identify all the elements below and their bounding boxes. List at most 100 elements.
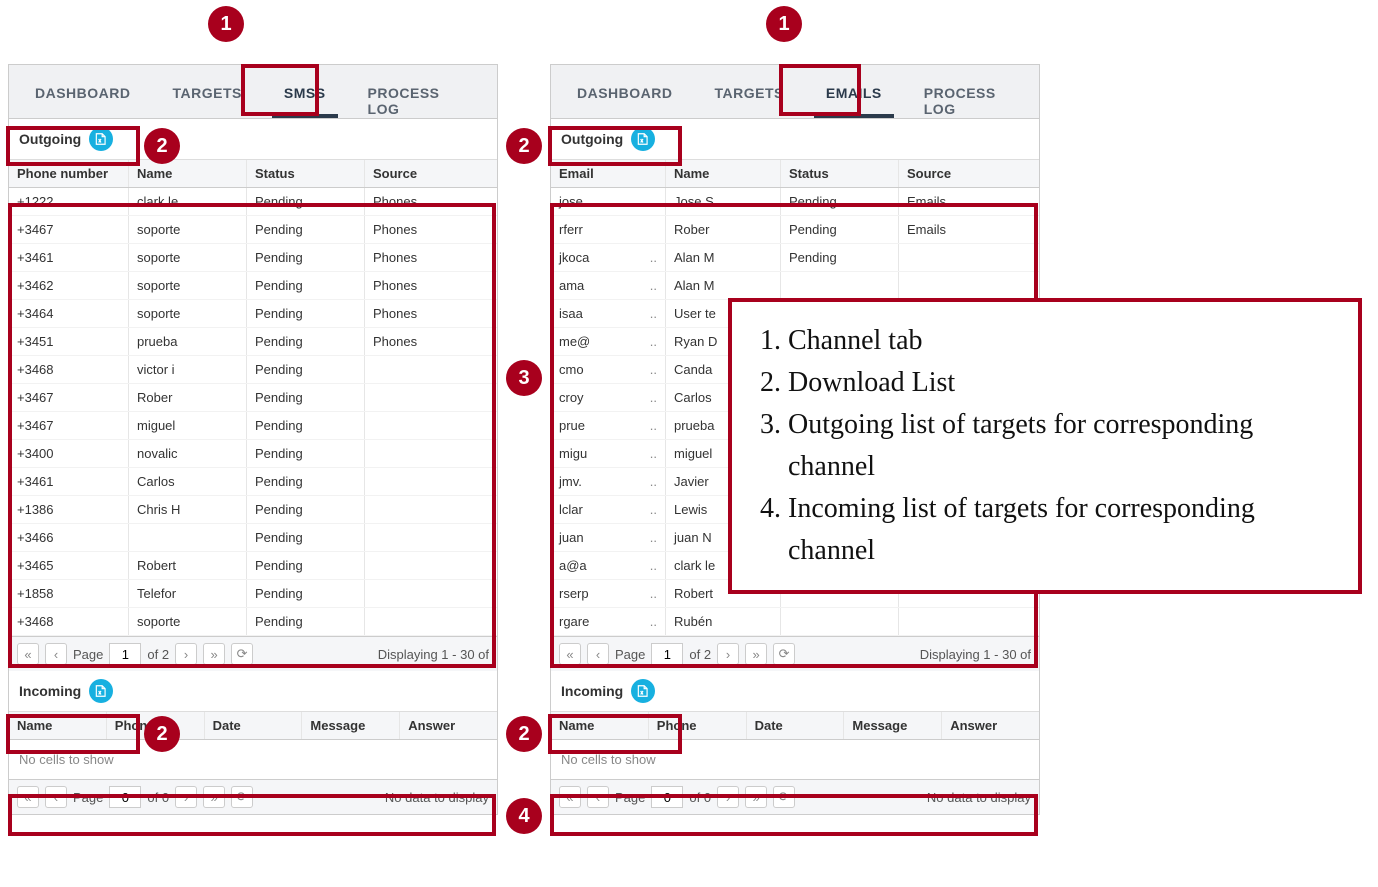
prev-page-icon[interactable]: ‹ [587, 786, 609, 808]
col-name[interactable]: Name [9, 712, 107, 739]
cell-status: Pending [781, 244, 899, 271]
tab-targets[interactable]: TARGETS [703, 77, 796, 118]
tab-dashboard[interactable]: DASHBOARD [23, 77, 143, 118]
col-answer[interactable]: Answer [400, 712, 497, 739]
table-row[interactable]: +3468soportePending [9, 608, 497, 636]
refresh-icon[interactable]: ⟳ [231, 643, 253, 665]
cell-email: me@.. [551, 328, 666, 355]
table-row[interactable]: +3466Pending [9, 524, 497, 552]
col-phone[interactable]: Phone [649, 712, 747, 739]
marker-4: 4 [506, 798, 542, 834]
cell-phone: +1222 [9, 188, 129, 215]
last-page-icon[interactable]: » [203, 643, 225, 665]
next-page-icon[interactable]: › [175, 786, 197, 808]
marker-1: 1 [766, 6, 802, 42]
cell-phone: +3451 [9, 328, 129, 355]
cell-status: Pending [247, 412, 365, 439]
table-row[interactable]: +3467soportePendingPhones [9, 216, 497, 244]
excel-export-icon[interactable] [89, 127, 113, 151]
cell-name: soporte [129, 244, 247, 271]
table-row[interactable]: +3464soportePendingPhones [9, 300, 497, 328]
last-page-icon[interactable]: » [745, 643, 767, 665]
tab-process-log[interactable]: PROCESS LOG [912, 77, 1008, 118]
col-name[interactable]: Name [129, 160, 247, 187]
cell-phone: +3466 [9, 524, 129, 551]
last-page-icon[interactable]: » [203, 786, 225, 808]
col-name[interactable]: Name [666, 160, 781, 187]
col-date[interactable]: Date [205, 712, 303, 739]
first-page-icon[interactable]: « [559, 643, 581, 665]
table-row[interactable]: +3468victor iPending [9, 356, 497, 384]
col-source[interactable]: Source [365, 160, 497, 187]
col-status[interactable]: Status [781, 160, 899, 187]
col-name[interactable]: Name [551, 712, 649, 739]
refresh-icon[interactable]: ⟳ [773, 786, 795, 808]
table-row[interactable]: joseJose SPendingEmails [551, 188, 1039, 216]
table-row[interactable]: rferrRoberPendingEmails [551, 216, 1039, 244]
cell-email: cmo.. [551, 356, 666, 383]
display-range: No data to display [385, 790, 489, 805]
table-row[interactable]: +3461CarlosPending [9, 468, 497, 496]
refresh-icon[interactable]: ⟳ [773, 643, 795, 665]
first-page-icon[interactable]: « [17, 786, 39, 808]
first-page-icon[interactable]: « [17, 643, 39, 665]
table-row[interactable]: +1222clark lePendingPhones [9, 188, 497, 216]
table-row[interactable]: +3451pruebaPendingPhones [9, 328, 497, 356]
excel-export-icon[interactable] [631, 679, 655, 703]
col-date[interactable]: Date [747, 712, 845, 739]
dots-icon: .. [650, 306, 657, 321]
dots-icon: .. [650, 390, 657, 405]
table-row[interactable]: rgare..Rubén [551, 608, 1039, 636]
table-row[interactable]: +3400novalicPending [9, 440, 497, 468]
page-input[interactable] [651, 643, 683, 665]
cell-source [899, 608, 1039, 635]
page-input[interactable] [109, 643, 141, 665]
cell-status: Pending [247, 300, 365, 327]
next-page-icon[interactable]: › [175, 643, 197, 665]
col-message[interactable]: Message [844, 712, 942, 739]
dots-icon: .. [650, 278, 657, 293]
cell-name: soporte [129, 608, 247, 635]
tab-process-log[interactable]: PROCESS LOG [356, 77, 465, 118]
tab-emails[interactable]: EMAILS [814, 77, 894, 118]
next-page-icon[interactable]: › [717, 786, 739, 808]
col-email[interactable]: Email [551, 160, 666, 187]
col-message[interactable]: Message [302, 712, 400, 739]
tab-dashboard[interactable]: DASHBOARD [565, 77, 685, 118]
table-row[interactable]: ama..Alan M [551, 272, 1039, 300]
cell-phone: +3467 [9, 216, 129, 243]
last-page-icon[interactable]: » [745, 786, 767, 808]
smss-panel: DASHBOARD TARGETS SMSS PROCESS LOG Outgo… [8, 64, 498, 815]
table-row[interactable]: +1858TeleforPending [9, 580, 497, 608]
cell-email: juan.. [551, 524, 666, 551]
tab-targets[interactable]: TARGETS [161, 77, 254, 118]
prev-page-icon[interactable]: ‹ [587, 643, 609, 665]
marker-2: 2 [144, 128, 180, 164]
col-status[interactable]: Status [247, 160, 365, 187]
table-row[interactable]: +3467RoberPending [9, 384, 497, 412]
page-input[interactable] [651, 786, 683, 808]
prev-page-icon[interactable]: ‹ [45, 786, 67, 808]
excel-export-icon[interactable] [89, 679, 113, 703]
cell-phone: +3400 [9, 440, 129, 467]
outgoing-columns: Email Name Status Source [551, 160, 1039, 188]
prev-page-icon[interactable]: ‹ [45, 643, 67, 665]
next-page-icon[interactable]: › [717, 643, 739, 665]
tab-smss[interactable]: SMSS [272, 77, 338, 118]
cell-status: Pending [247, 384, 365, 411]
col-answer[interactable]: Answer [942, 712, 1039, 739]
cell-source [365, 356, 497, 383]
excel-export-icon[interactable] [631, 127, 655, 151]
refresh-icon[interactable]: ⟳ [231, 786, 253, 808]
table-row[interactable]: +1386Chris HPending [9, 496, 497, 524]
table-row[interactable]: +3461soportePendingPhones [9, 244, 497, 272]
table-row[interactable]: +3465RobertPending [9, 552, 497, 580]
table-row[interactable]: +3462soportePendingPhones [9, 272, 497, 300]
page-input[interactable] [109, 786, 141, 808]
col-source[interactable]: Source [899, 160, 1039, 187]
first-page-icon[interactable]: « [559, 786, 581, 808]
table-row[interactable]: jkoca..Alan MPending [551, 244, 1039, 272]
col-phone[interactable]: Phone number [9, 160, 129, 187]
cell-status: Pending [781, 188, 899, 215]
table-row[interactable]: +3467miguelPending [9, 412, 497, 440]
